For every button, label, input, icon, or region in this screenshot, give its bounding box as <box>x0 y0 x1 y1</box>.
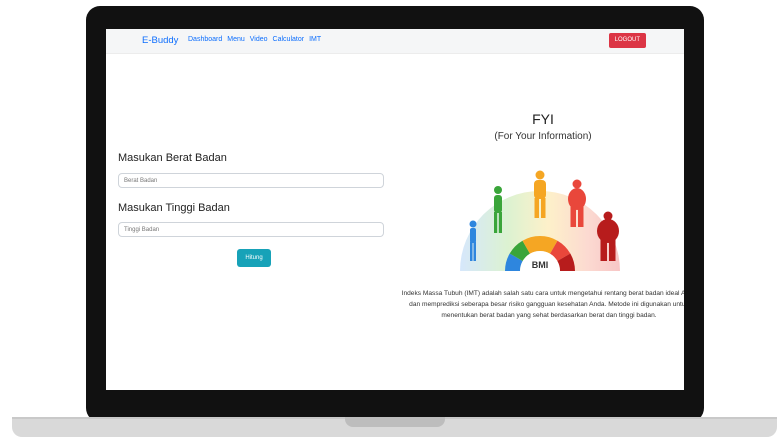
nav-link-video[interactable]: Video <box>250 36 268 43</box>
fyi-title: FYI <box>532 111 554 127</box>
nav-link-dashboard[interactable]: Dashboard <box>188 36 222 43</box>
hitung-button[interactable]: Hitung <box>237 249 271 267</box>
weight-label: Masukan Berat Badan <box>118 152 227 164</box>
navbar: E-Buddy Dashboard Menu Video Calculator … <box>106 29 684 54</box>
nav-link-imt[interactable]: IMT <box>309 36 321 43</box>
logout-button[interactable]: LOGOUT <box>608 33 646 48</box>
nav-links: Dashboard Menu Video Calculator IMT <box>188 36 321 43</box>
nav-link-menu[interactable]: Menu <box>227 36 245 43</box>
brand-link[interactable]: E-Buddy <box>142 35 178 46</box>
bmi-label: BMI <box>532 260 549 270</box>
height-input[interactable]: Tinggi Badan <box>118 222 384 237</box>
laptop-screen: E-Buddy Dashboard Menu Video Calculator … <box>106 29 684 390</box>
nav-link-calculator[interactable]: Calculator <box>273 36 305 43</box>
bmi-illustration: BMI <box>460 170 620 271</box>
weight-input[interactable]: Berat Badan <box>118 173 384 188</box>
fyi-subtitle: (For Your Information) <box>494 131 592 142</box>
height-label: Masukan Tinggi Badan <box>118 202 230 214</box>
laptop-notch <box>345 417 445 427</box>
bmi-description: Indeks Massa Tubuh (IMT) adalah salah sa… <box>401 290 684 319</box>
